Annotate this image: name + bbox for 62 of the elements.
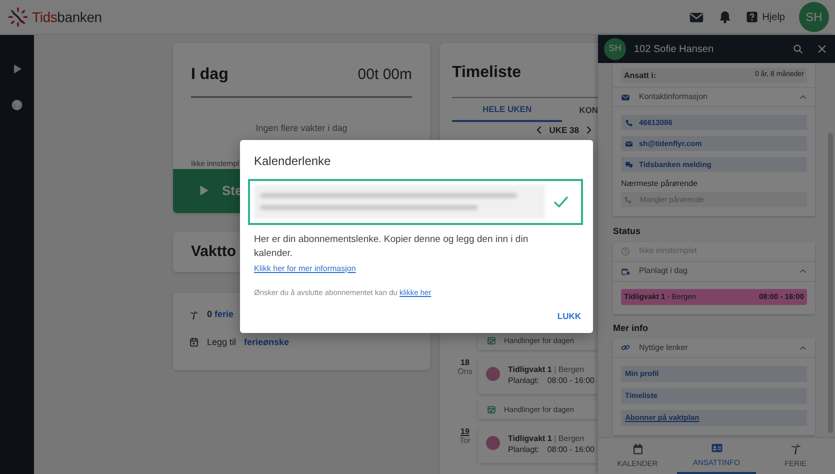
mail-icon — [625, 140, 633, 148]
section-header[interactable]: Kontaktinformasjon — [613, 87, 815, 107]
palm-tree-icon — [790, 442, 802, 455]
section-label: Mer info — [613, 322, 649, 334]
calendar-check-icon — [487, 336, 496, 345]
chat-icon — [625, 160, 633, 168]
shift-entry[interactable]: Tidligvakt 1 | Bergen Planlagt: 08:00 - 16:00 — [478, 358, 598, 394]
calendar-icon — [621, 266, 630, 276]
logo-icon[interactable] — [8, 7, 28, 27]
add-vacation-link[interactable]: ferieønske — [244, 336, 290, 349]
link-field[interactable] — [248, 179, 583, 225]
card-title: Timeliste — [452, 63, 522, 83]
link-icon — [621, 343, 630, 352]
close-button[interactable]: LUKK — [557, 310, 581, 323]
card-title: Vaktto — [191, 242, 236, 262]
planned-time: Planlagt: 08:00 - 16:00 — [508, 444, 595, 456]
vacation-count: 0 ferie — [207, 308, 234, 321]
weekday-label: Tor — [459, 436, 471, 446]
employee-name: 102 Sofie Hansen — [634, 42, 714, 56]
id-card-icon — [710, 442, 722, 454]
help-icon — [746, 11, 758, 23]
close-icon[interactable] — [817, 44, 827, 54]
clock-icon — [621, 246, 630, 256]
tab[interactable]: HELE UKEN — [452, 98, 562, 122]
modal-description: Her er din abonnementslenke. Kopier denne og legg den inn i din kalender. — [254, 233, 530, 261]
palm-tree-icon — [189, 310, 199, 320]
next-of-kin-label: Nærmeste pårørende — [621, 178, 698, 190]
planned-time: Planlagt: 08:00 - 16:00 — [508, 375, 595, 387]
info-link[interactable]: Klikk her for mer informasjon — [254, 262, 356, 275]
calendar-icon — [189, 337, 199, 348]
weekday-label: Ons — [458, 367, 472, 377]
logo-text[interactable]: Tidsbanken — [32, 6, 102, 28]
shift-title: Tidligvakt 1 | Bergen — [508, 432, 586, 444]
tab[interactable]: KON — [579, 98, 598, 122]
shift-entry[interactable]: Tidligvakt 1 | Bergen Planlagt: 08:00 - 16:00 — [478, 426, 598, 463]
shift-title: Tidligvakt 1 | Bergen — [508, 364, 586, 376]
section-header[interactable]: Nyttige lenker — [613, 338, 815, 358]
phone-icon — [624, 196, 632, 204]
help-icon[interactable] — [11, 99, 23, 111]
add-text: Legg til — [207, 336, 236, 349]
section-label: Status — [613, 225, 642, 238]
modal-title: Kalenderlenke — [254, 153, 332, 170]
employee-avatar: SH — [604, 38, 626, 60]
help-button[interactable]: Hjelp — [746, 10, 785, 24]
card-title: I dag — [191, 65, 228, 85]
user-avatar[interactable]: SH — [799, 2, 829, 32]
check-icon — [553, 194, 569, 210]
day-number: 19 — [460, 426, 470, 436]
section-header[interactable]: Planlagt i dag — [613, 262, 815, 282]
calendar-icon — [632, 442, 644, 455]
search-icon[interactable] — [793, 44, 803, 54]
notification-icon[interactable] — [718, 10, 732, 24]
day-number: 18 — [460, 358, 470, 368]
next-week-icon[interactable] — [584, 125, 594, 136]
phone-icon — [625, 118, 633, 126]
mail-icon — [621, 92, 630, 102]
play-icon[interactable] — [11, 63, 23, 75]
empty-message: Ingen flere vakter i dag — [254, 122, 348, 135]
duration-text: 00t 00m — [358, 64, 412, 85]
calendar-check-icon — [487, 404, 496, 414]
employed-label: Ansatt i: — [624, 70, 656, 82]
week-label: UKE 38 — [549, 124, 579, 137]
